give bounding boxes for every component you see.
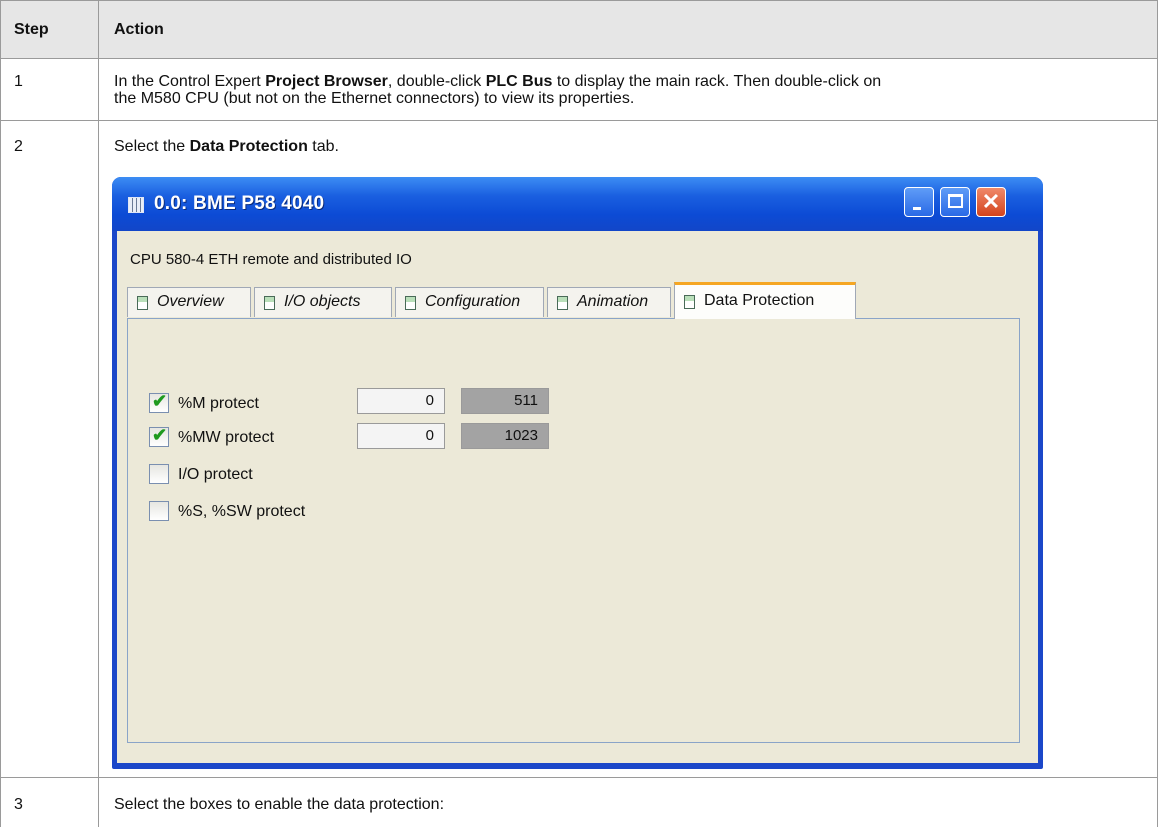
dialog-titlebar[interactable]: 0.0: BME P58 4040 ✕ [112,177,1043,231]
mw-protect-checkbox[interactable]: ✔ [149,425,169,447]
header-action: Action [114,21,164,38]
tab-overview[interactable]: Overview [127,287,251,317]
table-row-divider [0,777,1158,778]
maximize-icon [948,194,963,208]
tab-label: Overview [157,293,224,310]
maximize-button[interactable] [940,187,970,217]
rack-icon [128,197,144,213]
table-row-divider [0,120,1158,121]
step-action: Select the boxes to enable the data prot… [114,796,445,813]
table-row-divider [0,58,1158,59]
m-protect-checkbox[interactable]: ✔ [149,391,169,413]
action-text: tab. [307,138,339,155]
data-protection-panel: ✔ %M protect 0 511 ✔ %MW protect 0 1023 … [127,318,1020,743]
module-icon [557,296,568,310]
tab-label: I/O objects [284,293,361,310]
table-border-left [0,0,1,827]
minimize-icon [913,207,921,210]
checkmark-icon: ✔ [152,391,168,411]
action-text: In the Control Expert [114,73,266,90]
tab-io-objects[interactable]: I/O objects [254,287,392,317]
header-step: Step [14,21,49,38]
m-protect-label: %M protect [178,395,259,412]
s-sw-protect-label: %S, %SW protect [178,503,306,520]
action-text: Select the [114,138,190,155]
io-protect-checkbox[interactable] [149,464,169,484]
dialog-title: 0.0: BME P58 4040 [154,193,325,214]
mw-protect-label: %MW protect [178,429,275,446]
step-number: 3 [14,796,23,813]
mw-end-field: 1023 [461,423,549,449]
mw-start-field[interactable]: 0 [357,423,445,449]
close-icon: ✕ [981,189,1001,214]
tab-label: Data Protection [704,292,815,309]
tab-data-protection[interactable]: Data Protection [674,282,856,319]
close-button[interactable]: ✕ [976,187,1006,217]
action-bold: Project Browser [265,73,388,90]
step-action: Select the Data Protection tab. [114,137,339,156]
step-number: 1 [14,73,23,90]
cpu-description: CPU 580-4 ETH remote and distributed IO [130,251,412,268]
module-icon [264,296,275,310]
tab-label: Animation [577,293,649,310]
dialog-client-area: CPU 580-4 ETH remote and distributed IO … [117,231,1038,763]
action-text: , double-click [387,73,486,90]
table-header [0,0,1158,58]
module-icon [684,295,695,309]
table-column-divider [98,0,99,827]
cpu-properties-dialog: 0.0: BME P58 4040 ✕ CPU 580-4 ETH remote… [112,177,1043,769]
m-start-field[interactable]: 0 [357,388,445,414]
checkmark-icon: ✔ [152,425,168,445]
m-end-field: 511 [461,388,549,414]
io-protect-label: I/O protect [178,466,253,483]
table-border-top [0,0,1158,1]
step-action-line2: the M580 CPU (but not on the Ethernet co… [114,90,635,107]
tab-configuration[interactable]: Configuration [395,287,544,317]
action-bold: PLC Bus [485,73,553,90]
module-icon [405,296,416,310]
action-bold: Data Protection [189,138,308,155]
step-number: 2 [14,138,23,155]
s-sw-protect-checkbox[interactable] [149,501,169,521]
tab-animation[interactable]: Animation [547,287,671,317]
tab-label: Configuration [425,293,521,310]
module-icon [137,296,148,310]
minimize-button[interactable] [904,187,934,217]
action-text: to display the main rack. Then double-cl… [552,73,882,90]
